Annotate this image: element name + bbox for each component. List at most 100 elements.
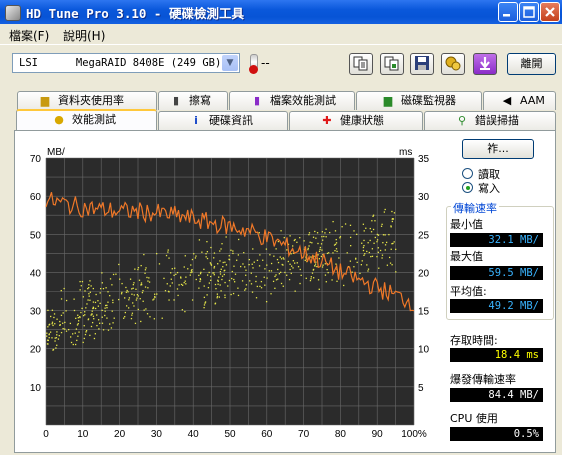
access-time-point bbox=[381, 254, 384, 256]
access-time-point bbox=[308, 245, 310, 247]
access-time-point bbox=[153, 293, 156, 295]
access-time-point bbox=[324, 263, 326, 265]
tab-health[interactable]: ✚ 健康狀態 bbox=[289, 111, 423, 130]
access-time-point bbox=[190, 270, 193, 272]
access-time-point bbox=[92, 301, 95, 303]
access-time-point bbox=[289, 268, 291, 271]
access-time-point bbox=[89, 299, 91, 301]
access-time-point bbox=[323, 235, 325, 238]
access-time-point bbox=[68, 328, 70, 331]
tab-benchmark[interactable]: ● 效能測試 bbox=[16, 109, 157, 130]
options-button[interactable] bbox=[441, 53, 465, 75]
access-time-point bbox=[195, 278, 197, 281]
start-button[interactable]: 祚... bbox=[462, 139, 534, 159]
access-time-point bbox=[64, 328, 66, 330]
tab-file-benchmark[interactable]: ▮ 檔案效能測試 bbox=[229, 91, 355, 110]
access-time-point bbox=[57, 338, 60, 340]
chart-grid bbox=[45, 157, 415, 426]
burst-rate-value: 84.4 MB/ bbox=[450, 388, 543, 402]
access-time-point bbox=[120, 293, 123, 295]
access-time-point bbox=[101, 322, 104, 324]
access-time-point bbox=[349, 224, 352, 226]
access-time-point bbox=[218, 276, 220, 278]
tab-aam[interactable]: ◀ AAM bbox=[483, 91, 556, 110]
access-time-point bbox=[275, 279, 278, 281]
download-button[interactable] bbox=[473, 53, 497, 75]
access-time-point bbox=[77, 323, 79, 325]
save-button[interactable] bbox=[410, 53, 434, 75]
access-time-point bbox=[317, 242, 319, 245]
access-time-point bbox=[362, 249, 365, 252]
tab-erase[interactable]: ▮ 擦寫 bbox=[158, 91, 228, 110]
access-time-point bbox=[132, 287, 134, 289]
maximize-button[interactable] bbox=[519, 2, 539, 22]
access-time-point bbox=[60, 331, 63, 334]
access-time-point bbox=[84, 333, 87, 336]
access-time-point bbox=[321, 266, 324, 268]
tab-folder-usage[interactable]: ▆ 資料夾使用率 bbox=[17, 91, 157, 110]
access-time-point bbox=[139, 298, 141, 300]
access-time-point bbox=[145, 308, 147, 310]
access-time-point bbox=[62, 322, 64, 324]
close-button[interactable] bbox=[540, 2, 560, 22]
access-time-point bbox=[207, 286, 210, 289]
y-right-tick-label: 5 bbox=[418, 383, 424, 394]
y-right-tick-label: 25 bbox=[418, 230, 430, 241]
access-time-point bbox=[89, 291, 92, 293]
health-cross-icon: ✚ bbox=[322, 114, 332, 127]
title-bar: HD Tune Pro 3.10 - 硬碟檢測工具 bbox=[0, 0, 562, 24]
access-time-point bbox=[373, 242, 375, 244]
read-radio[interactable] bbox=[462, 168, 473, 179]
access-time-point bbox=[258, 232, 260, 234]
access-time-point bbox=[296, 262, 298, 264]
access-time-point bbox=[391, 218, 393, 220]
access-time-point bbox=[156, 293, 158, 295]
y-left-tick-label: 20 bbox=[30, 345, 42, 356]
access-time-point bbox=[86, 303, 88, 305]
access-time-point bbox=[167, 249, 169, 251]
access-time-point bbox=[224, 294, 226, 296]
access-time-point bbox=[59, 320, 61, 323]
access-time-point bbox=[48, 333, 51, 335]
close-icon bbox=[545, 7, 555, 17]
access-time-point bbox=[173, 299, 175, 301]
x-tick-label: 30 bbox=[151, 429, 163, 440]
access-time-point bbox=[92, 307, 95, 309]
x-tick-label: 10 bbox=[77, 429, 89, 440]
access-time-point bbox=[284, 271, 286, 274]
access-time-point bbox=[251, 263, 253, 265]
access-time-point bbox=[46, 335, 48, 337]
access-time-point bbox=[111, 284, 113, 286]
exit-button[interactable]: 離開 bbox=[507, 53, 556, 75]
drive-select[interactable]: LSI MegaRAID 8408E (249 GB) ▼ bbox=[12, 53, 240, 73]
access-time-point bbox=[105, 304, 107, 307]
chevron-down-icon[interactable]: ▼ bbox=[222, 55, 238, 71]
access-time-point bbox=[46, 332, 48, 334]
access-time-point bbox=[142, 290, 144, 292]
access-time-point bbox=[312, 269, 314, 271]
access-time-point bbox=[128, 297, 131, 299]
access-time-point bbox=[62, 327, 64, 330]
minimize-button[interactable] bbox=[498, 2, 518, 22]
menu-help[interactable]: 說明(H) bbox=[63, 27, 105, 44]
access-time-point bbox=[131, 312, 134, 314]
access-time-point bbox=[83, 325, 85, 327]
access-time-point bbox=[83, 337, 85, 340]
access-time-point bbox=[74, 332, 76, 334]
access-time-point bbox=[217, 283, 219, 285]
download-icon bbox=[480, 57, 490, 70]
access-time-point bbox=[336, 250, 338, 253]
access-time-point bbox=[215, 287, 217, 290]
access-time-point bbox=[200, 271, 202, 274]
y-left-tick-label: 70 bbox=[30, 154, 42, 165]
copy-image-button[interactable] bbox=[380, 53, 404, 75]
menu-file[interactable]: 檔案(F) bbox=[9, 27, 49, 44]
access-time-point bbox=[178, 284, 180, 286]
copy-text-button[interactable] bbox=[349, 53, 373, 75]
tab-disk-monitor[interactable]: ▆ 磁碟監視器 bbox=[356, 91, 482, 110]
write-radio[interactable] bbox=[462, 182, 473, 193]
tab-error-scan[interactable]: ⚲ 錯誤掃描 bbox=[424, 111, 556, 130]
tab-disk-info[interactable]: i 硬碟資訊 bbox=[158, 111, 288, 130]
access-time-point bbox=[369, 239, 371, 242]
toolbar-divider bbox=[0, 44, 562, 45]
